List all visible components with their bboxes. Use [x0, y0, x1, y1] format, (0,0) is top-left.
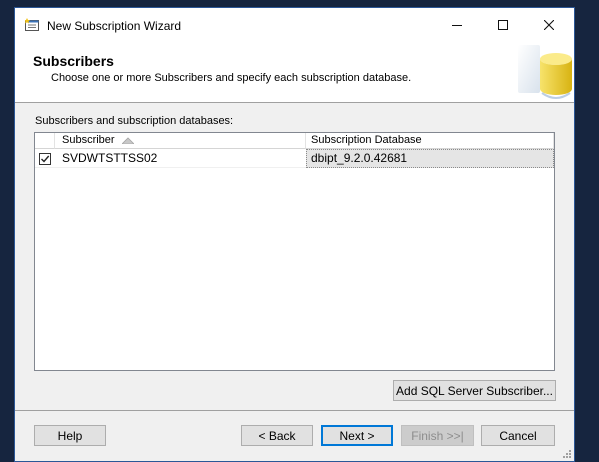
- sort-ascending-icon: [122, 137, 134, 144]
- back-button[interactable]: < Back: [241, 425, 313, 446]
- checkbox-checked-icon: [41, 155, 50, 163]
- help-button[interactable]: Help: [34, 425, 106, 446]
- column-header-subscriber-label: Subscriber: [62, 134, 115, 146]
- minimize-button[interactable]: [434, 8, 480, 41]
- column-header-database[interactable]: Subscription Database: [306, 133, 554, 149]
- footer-separator: [15, 410, 574, 411]
- subscription-database-value: dbipt_9.2.0.42681: [311, 151, 408, 165]
- wizard-window: New Subscription Wizard Subscribers Choo…: [14, 7, 575, 462]
- maximize-button[interactable]: [480, 8, 526, 41]
- column-header-subscriber[interactable]: Subscriber: [55, 133, 306, 149]
- subscriber-cell[interactable]: SVDWTSTTSS02: [62, 149, 302, 168]
- finish-button[interactable]: Finish >>|: [401, 425, 474, 446]
- column-header-database-label: Subscription Database: [311, 134, 422, 146]
- subscriber-checkbox[interactable]: [39, 153, 51, 165]
- minimize-icon: [452, 24, 462, 26]
- next-button[interactable]: Next >: [321, 425, 393, 446]
- subscribers-grid[interactable]: Subscriber Subscription Database SVDWTST…: [34, 132, 555, 371]
- close-button[interactable]: [526, 8, 572, 41]
- wizard-header: Subscribers Choose one or more Subscribe…: [15, 41, 574, 103]
- subscription-database-cell[interactable]: dbipt_9.2.0.42681: [306, 149, 554, 168]
- page-title: Subscribers: [33, 53, 114, 69]
- resize-grip-icon[interactable]: [562, 449, 572, 459]
- close-icon: [544, 19, 554, 30]
- row-checkbox-cell[interactable]: [35, 149, 55, 168]
- maximize-icon: [498, 19, 508, 30]
- database-cylinder-icon: [516, 41, 574, 102]
- wizard-app-icon: [25, 18, 39, 31]
- page-subtitle: Choose one or more Subscribers and speci…: [51, 72, 412, 84]
- window-title: New Subscription Wizard: [47, 19, 182, 33]
- column-header-check: [35, 133, 55, 149]
- table-row[interactable]: SVDWTSTTSS02 dbipt_9.2.0.42681: [35, 149, 554, 168]
- title-bar[interactable]: New Subscription Wizard: [15, 8, 574, 41]
- grid-label: Subscribers and subscription databases:: [35, 115, 234, 127]
- add-subscriber-button[interactable]: Add SQL Server Subscriber...: [393, 380, 556, 401]
- cancel-button[interactable]: Cancel: [481, 425, 555, 446]
